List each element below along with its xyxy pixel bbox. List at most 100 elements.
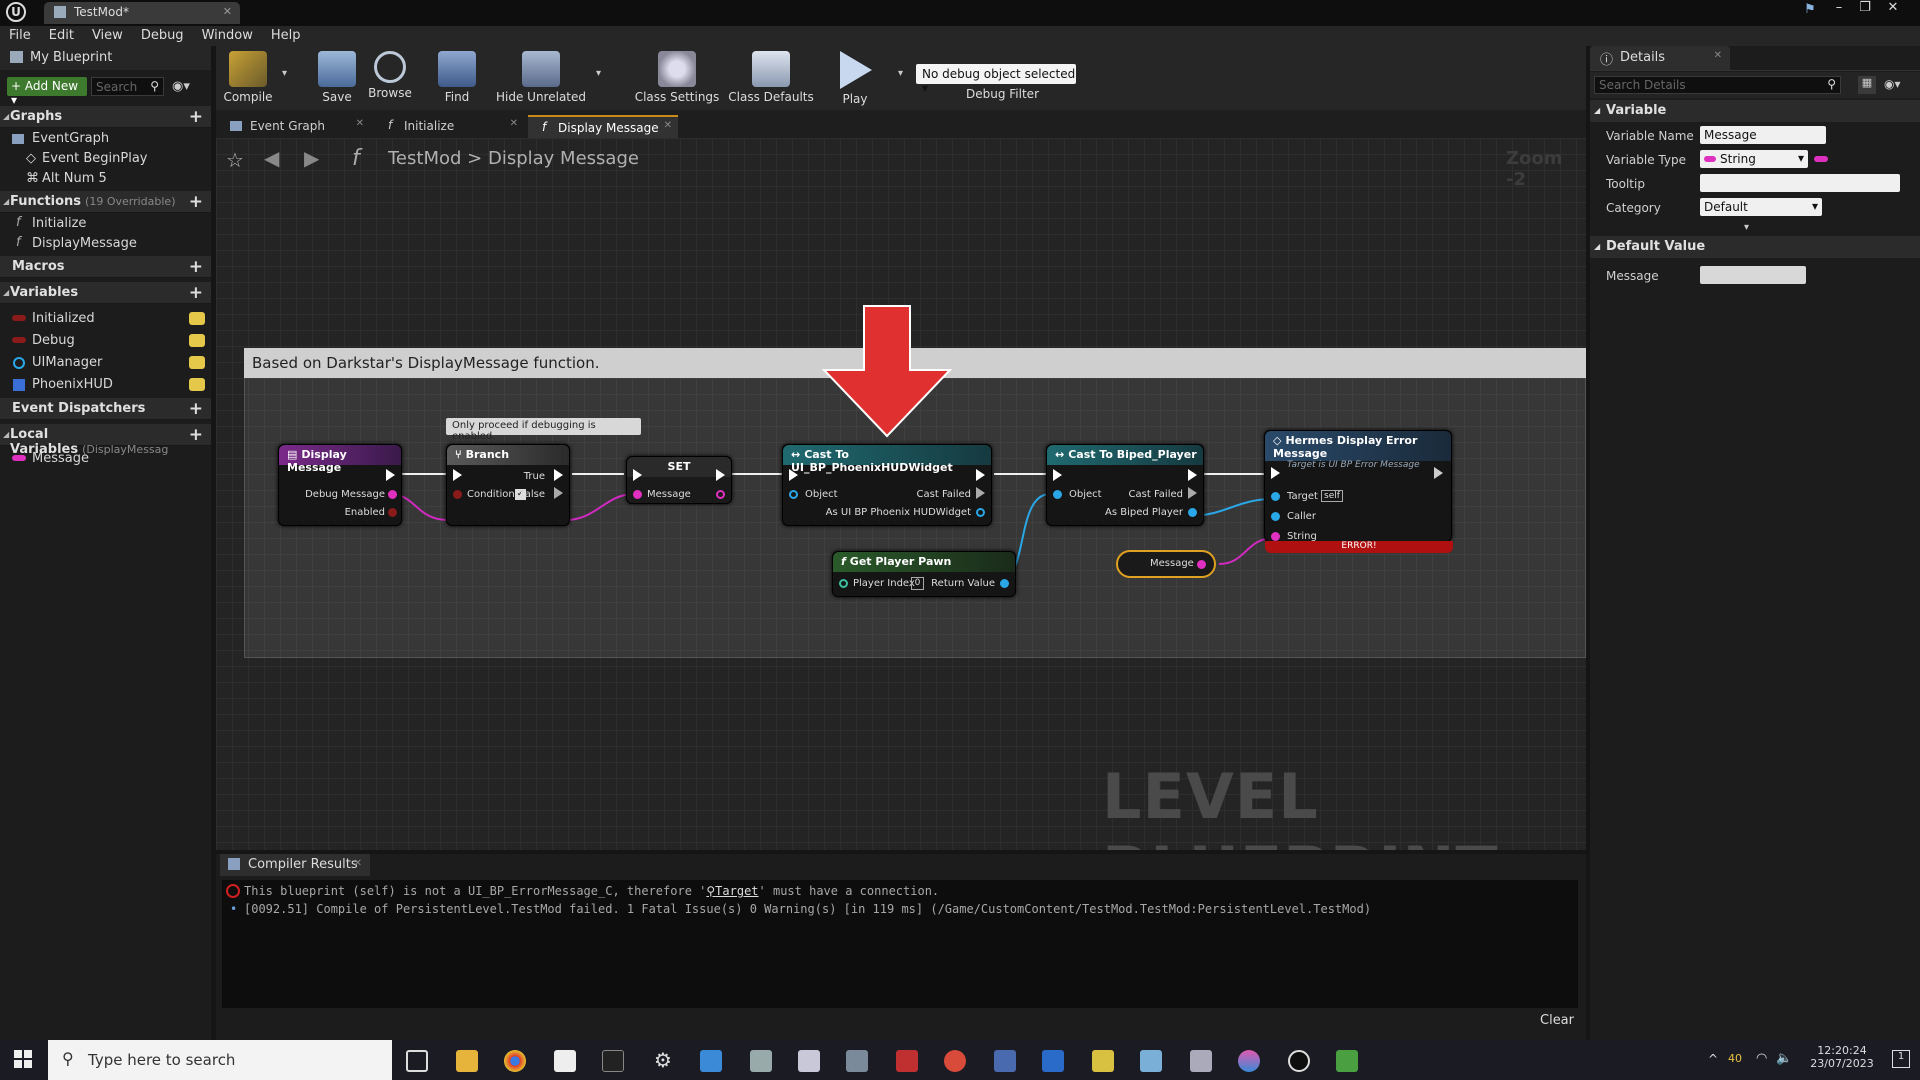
notepad-icon[interactable] <box>554 1050 576 1072</box>
compiler-results-tab[interactable]: Compiler Results ✕ <box>220 854 370 876</box>
exec-cast-failed-pin[interactable] <box>1188 487 1197 499</box>
view-options-icon[interactable]: ◉▾ <box>1884 77 1901 91</box>
string-out-pin[interactable] <box>1197 560 1206 569</box>
event-dispatchers-section[interactable]: Event Dispatchers + <box>0 398 211 420</box>
close-tab-icon[interactable]: ✕ <box>510 118 518 129</box>
variable-type-dropdown[interactable]: String ▾ <box>1700 150 1808 168</box>
tab-display-message[interactable]: f Display Message ✕ <box>528 115 678 138</box>
add-macro-icon[interactable]: + <box>189 257 203 277</box>
visibility-eye-icon[interactable] <box>189 334 205 347</box>
app-icon[interactable] <box>798 1050 820 1072</box>
app-icon[interactable] <box>750 1050 772 1072</box>
variables-section[interactable]: ◢ Variables + <box>0 282 211 304</box>
hide-unrelated-button[interactable]: Hide Unrelated <box>496 46 586 110</box>
app-icon[interactable] <box>944 1050 966 1072</box>
close-tab-icon[interactable]: ✕ <box>1714 50 1722 61</box>
exec-in-pin[interactable] <box>453 469 462 481</box>
int-pin[interactable] <box>839 579 848 588</box>
start-windows-icon[interactable] <box>14 1050 32 1068</box>
task-view-icon[interactable] <box>406 1050 428 1072</box>
variable-item-debug[interactable]: Debug <box>0 331 211 351</box>
minimize-button[interactable]: – <box>1826 0 1852 20</box>
category-dropdown[interactable]: Default ▾ <box>1700 198 1822 216</box>
target-self-field[interactable]: self <box>1321 490 1343 502</box>
node-branch[interactable]: ⑂ Branch True Condition ✓ False <box>446 444 570 526</box>
object-out-pin[interactable] <box>976 508 985 517</box>
file-explorer-icon[interactable] <box>456 1050 478 1072</box>
app-icon[interactable] <box>994 1050 1016 1072</box>
app-icon[interactable] <box>896 1050 918 1072</box>
variable-name-input[interactable]: Message <box>1700 126 1826 144</box>
string-out-pin[interactable] <box>716 490 725 499</box>
add-graph-icon[interactable]: + <box>189 107 203 127</box>
save-button[interactable]: Save <box>312 46 362 110</box>
exec-in-pin[interactable] <box>1271 467 1280 479</box>
bool-pin[interactable] <box>388 508 397 517</box>
object-pin[interactable] <box>1053 490 1062 499</box>
player-index-field[interactable]: 0 <box>911 577 924 590</box>
class-defaults-button[interactable]: Class Defaults <box>726 46 816 110</box>
chrome-icon[interactable] <box>504 1050 526 1072</box>
document-tab[interactable]: TestMod* ✕ <box>44 2 240 24</box>
exec-out-pin[interactable] <box>1434 467 1443 479</box>
tab-initialize[interactable]: f Initialize ✕ <box>374 115 524 138</box>
blueprint-graph-canvas[interactable]: ☆ ◀ ▶ f TestMod > Display Message Zoom -… <box>216 138 1586 850</box>
close-tab-icon[interactable]: ✕ <box>223 5 232 18</box>
visibility-eye-icon[interactable] <box>189 356 205 369</box>
object-pin[interactable] <box>789 490 798 499</box>
local-variable-item-message[interactable]: Message <box>0 449 211 469</box>
blueprint-search-input[interactable]: Search ⚲ <box>91 77 164 96</box>
target-link[interactable]: ⚲Target <box>706 884 758 898</box>
property-matrix-icon[interactable]: ▦ <box>1858 76 1876 94</box>
exec-cast-failed-pin[interactable] <box>976 487 985 499</box>
bool-pin[interactable] <box>453 490 462 499</box>
graphs-section[interactable]: ◢ Graphs + <box>0 106 211 128</box>
app-icon[interactable] <box>846 1050 868 1072</box>
exec-out-pin[interactable] <box>386 469 395 481</box>
object-pin[interactable] <box>1271 512 1280 521</box>
play-options-icon[interactable]: ▾ <box>898 68 903 79</box>
default-value-section-header[interactable]: ◢ Default Value <box>1590 236 1920 258</box>
exec-in-pin[interactable] <box>789 469 798 481</box>
unreal-engine-taskbar-icon[interactable] <box>1288 1050 1310 1072</box>
debug-object-dropdown[interactable]: No debug object selected ▾ <box>916 64 1076 95</box>
maximize-button[interactable]: ❐ <box>1852 0 1878 20</box>
variable-item-initialized[interactable]: Initialized <box>0 309 211 329</box>
functions-section[interactable]: ◢ Functions (19 Overridable) + <box>0 191 211 213</box>
advanced-expand-icon[interactable]: ▾ <box>1744 222 1749 233</box>
menu-window[interactable]: Window <box>193 26 262 43</box>
exec-in-pin[interactable] <box>1053 469 1062 481</box>
node-cast-biped-player[interactable]: ↔ Cast To Biped_Player Object Cast Failed… <box>1046 444 1204 526</box>
variable-item-phoenixhud[interactable]: PhoenixHUD <box>0 375 211 395</box>
visibility-eye-icon[interactable] <box>189 312 205 325</box>
add-variable-icon[interactable]: + <box>189 283 203 303</box>
function-item-initialize[interactable]: f Initialize <box>0 214 211 234</box>
function-item-displaymessage[interactable]: f DisplayMessage <box>0 234 211 254</box>
class-settings-button[interactable]: Class Settings <box>632 46 722 110</box>
menu-view[interactable]: View <box>83 26 132 43</box>
close-window-button[interactable]: ✕ <box>1880 0 1906 20</box>
string-pin[interactable] <box>388 490 397 499</box>
app-icon[interactable] <box>1140 1050 1162 1072</box>
add-dispatcher-icon[interactable]: + <box>189 399 203 419</box>
object-out-pin[interactable] <box>1000 579 1009 588</box>
app-icon[interactable] <box>1092 1050 1114 1072</box>
node-message-variable[interactable]: Message <box>1116 550 1216 578</box>
exec-in-pin[interactable] <box>633 469 642 481</box>
menu-edit[interactable]: Edit <box>40 26 83 43</box>
play-button[interactable]: Play <box>830 46 880 110</box>
object-out-pin[interactable] <box>1188 508 1197 517</box>
node-hermes-display-error[interactable]: ◇ Hermes Display Error Message Target is U… <box>1264 430 1453 553</box>
close-tab-icon[interactable]: ✕ <box>664 120 672 131</box>
add-local-variable-icon[interactable]: + <box>189 425 203 445</box>
graph-item-beginplay[interactable]: ◇ Event BeginPlay <box>0 149 211 169</box>
node-display-message[interactable]: ▤ Display Message Debug Message Enabled <box>278 444 402 526</box>
container-type-icon[interactable] <box>1814 156 1828 162</box>
app-icon[interactable] <box>1190 1050 1212 1072</box>
macros-section[interactable]: Macros + <box>0 256 211 278</box>
node-comment-bubble[interactable]: Only proceed if debugging is enabled. <box>446 418 641 442</box>
tray-chevron-icon[interactable]: ^ <box>1708 1052 1718 1066</box>
close-tab-icon[interactable]: ✕ <box>354 858 362 869</box>
node-cast-phoenix-hud[interactable]: ↔ Cast To UI_BP_PhoenixHUDWidget Object C… <box>782 444 992 526</box>
close-tab-icon[interactable]: ✕ <box>356 118 364 129</box>
